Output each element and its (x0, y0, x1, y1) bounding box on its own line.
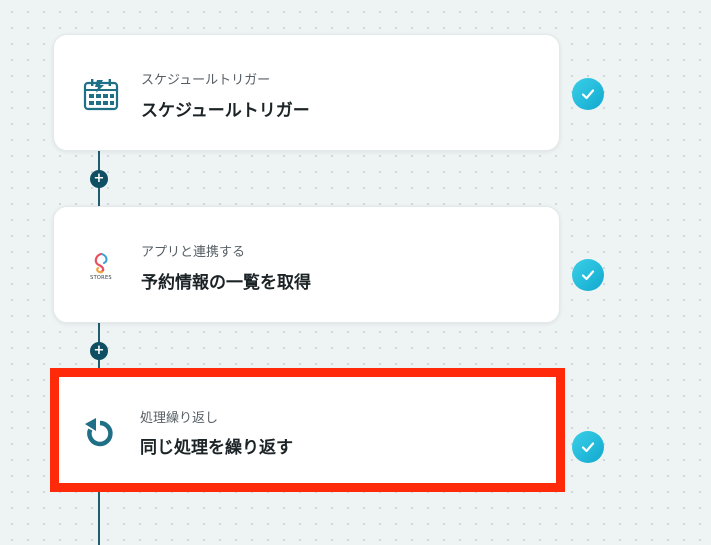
step-title: 予約情報の一覧を取得 (141, 273, 311, 293)
stores-logo: STORES (82, 247, 120, 285)
step-subtitle: アプリと連携する (141, 245, 246, 260)
completed-check-icon (572, 259, 604, 291)
add-step-button[interactable]: + (90, 342, 108, 360)
step-subtitle: スケジュールトリガー (141, 73, 271, 88)
completed-check-icon (572, 78, 604, 110)
step-title: 同じ処理を繰り返す (140, 438, 293, 458)
flow-step-card-selected[interactable]: 処理繰り返し 同じ処理を繰り返す (50, 368, 565, 492)
stores-logo-text: STORES (90, 274, 112, 281)
calendar-lightning-icon (82, 75, 120, 113)
flow-step-card[interactable]: STORES アプリと連携する 予約情報の一覧を取得 (53, 206, 560, 323)
flow-step-card[interactable]: スケジュールトリガー スケジュールトリガー (53, 34, 560, 151)
completed-check-icon (572, 431, 604, 463)
connector-line (98, 492, 100, 545)
add-step-button[interactable]: + (90, 170, 108, 188)
step-subtitle: 処理繰り返し (140, 411, 219, 426)
loop-arrow-icon (81, 412, 119, 450)
step-title: スケジュールトリガー (141, 101, 310, 121)
